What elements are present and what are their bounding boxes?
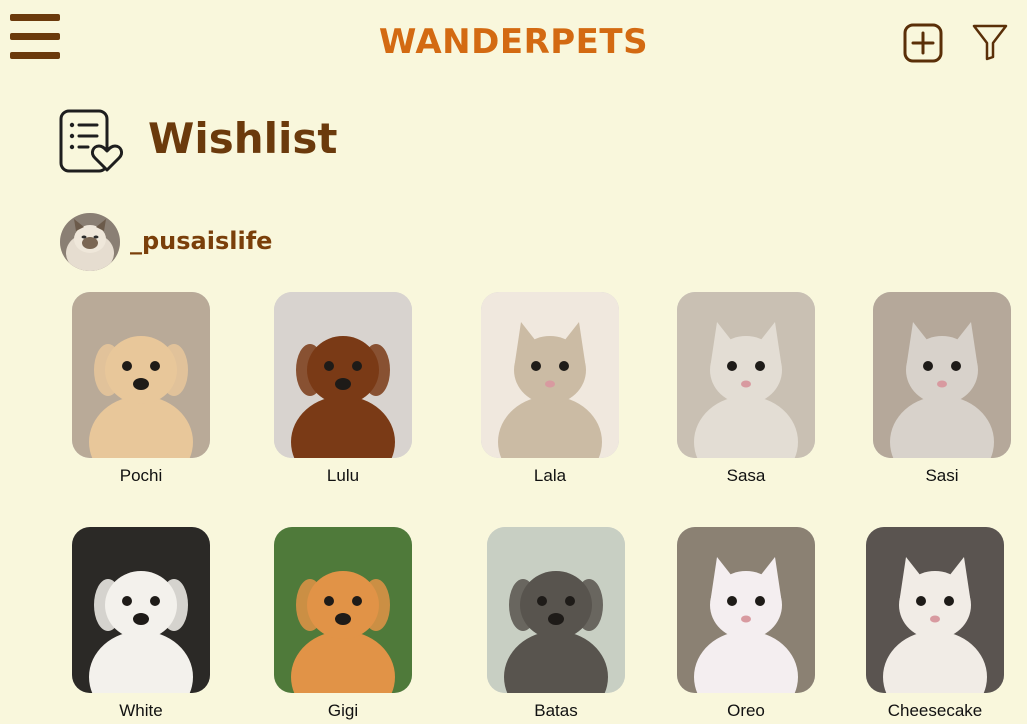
- pet-photo[interactable]: [274, 527, 412, 693]
- pet-photo[interactable]: [72, 292, 210, 458]
- pet-name: Lulu: [326, 466, 360, 485]
- pet-card[interactable]: Lala: [470, 292, 630, 486]
- pet-photo[interactable]: [72, 527, 210, 693]
- pet-photo[interactable]: [866, 527, 1004, 693]
- pet-card[interactable]: Pochi: [61, 292, 221, 486]
- pet-name: Batas: [534, 701, 578, 720]
- pet-card[interactable]: Lulu: [263, 292, 423, 486]
- wishlist-icon: [59, 109, 124, 173]
- pet-card[interactable]: Cheesecake: [855, 527, 1015, 721]
- pet-name: Pochi: [119, 466, 163, 485]
- pet-card[interactable]: Sasa: [666, 292, 826, 486]
- add-icon[interactable]: [903, 23, 943, 63]
- pet-card[interactable]: Batas: [476, 527, 636, 721]
- pet-name: White: [119, 701, 163, 720]
- pet-card[interactable]: Oreo: [666, 527, 826, 721]
- filter-icon[interactable]: [971, 22, 1009, 62]
- pet-card[interactable]: Gigi: [263, 527, 423, 721]
- pet-photo[interactable]: [677, 527, 815, 693]
- pet-name: Lala: [533, 466, 567, 485]
- pet-card[interactable]: Sasi: [862, 292, 1022, 486]
- pet-name: Cheesecake: [887, 701, 983, 720]
- pet-card[interactable]: White: [61, 527, 221, 721]
- pet-name: Sasa: [726, 466, 766, 485]
- pet-photo[interactable]: [873, 292, 1011, 458]
- page-title: Wishlist: [148, 114, 338, 163]
- username[interactable]: _pusaislife: [130, 227, 272, 255]
- app-title: WANDERPETS: [378, 22, 649, 62]
- profile-row[interactable]: _pusaislife: [60, 213, 460, 273]
- pet-photo[interactable]: [487, 527, 625, 693]
- pet-photo[interactable]: [274, 292, 412, 458]
- pet-photo[interactable]: [677, 292, 815, 458]
- avatar[interactable]: [60, 213, 120, 271]
- pet-name: Sasi: [925, 466, 959, 485]
- pet-name: Oreo: [727, 701, 765, 720]
- pet-photo[interactable]: [481, 292, 619, 458]
- page-header: Wishlist: [58, 108, 658, 178]
- pet-name: Gigi: [327, 701, 359, 720]
